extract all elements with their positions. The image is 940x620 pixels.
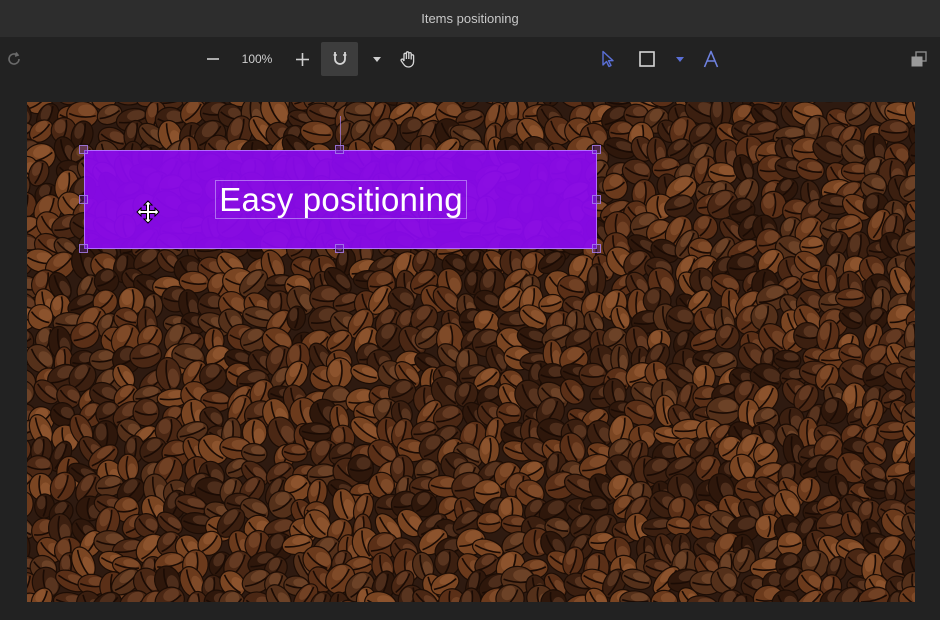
rectangle-tool-button[interactable] xyxy=(634,42,660,76)
pointer-select-icon xyxy=(601,50,615,68)
window-title: Items positioning xyxy=(421,11,519,26)
text-box[interactable]: Easy positioning xyxy=(215,180,467,219)
layers-arrange-icon xyxy=(910,51,928,67)
zoom-level[interactable]: 100% xyxy=(232,42,282,76)
magnet-snap-icon xyxy=(331,50,349,68)
resize-handle-top[interactable] xyxy=(335,145,344,154)
snap-options-dropdown[interactable] xyxy=(368,42,386,76)
resize-handle-top-right[interactable] xyxy=(592,145,601,154)
redo-icon xyxy=(5,50,23,68)
move-cursor-icon xyxy=(135,199,161,225)
resize-handle-right[interactable] xyxy=(592,195,601,204)
text-tool-icon xyxy=(703,50,719,68)
select-tool-button[interactable] xyxy=(596,42,620,76)
chevron-down-icon xyxy=(676,56,684,62)
banner-text[interactable]: Easy positioning xyxy=(219,181,463,219)
zoom-out-button[interactable] xyxy=(200,42,226,76)
shape-options-dropdown[interactable] xyxy=(672,42,688,76)
toolbar: 100% xyxy=(0,37,940,82)
redo-button[interactable] xyxy=(2,42,26,76)
hand-pan-icon xyxy=(399,50,417,69)
resize-handle-left[interactable] xyxy=(79,195,88,204)
text-tool-button[interactable] xyxy=(698,42,724,76)
window-titlebar: Items positioning xyxy=(0,0,940,37)
zoom-in-icon xyxy=(295,52,310,67)
snap-magnet-button[interactable] xyxy=(321,42,358,76)
canvas-area[interactable]: Easy positioning xyxy=(0,82,940,620)
arrange-layers-button[interactable] xyxy=(905,42,933,76)
resize-handle-bottom[interactable] xyxy=(335,244,344,253)
resize-handle-bottom-left[interactable] xyxy=(79,244,88,253)
rectangle-icon xyxy=(639,51,655,67)
resize-handle-bottom-right[interactable] xyxy=(592,244,601,253)
resize-handle-top-left[interactable] xyxy=(79,145,88,154)
zoom-out-icon xyxy=(206,52,220,66)
artboard[interactable]: Easy positioning xyxy=(27,102,915,602)
chevron-down-icon xyxy=(373,56,381,62)
zoom-in-button[interactable] xyxy=(289,42,315,76)
hand-tool-button[interactable] xyxy=(394,42,422,76)
